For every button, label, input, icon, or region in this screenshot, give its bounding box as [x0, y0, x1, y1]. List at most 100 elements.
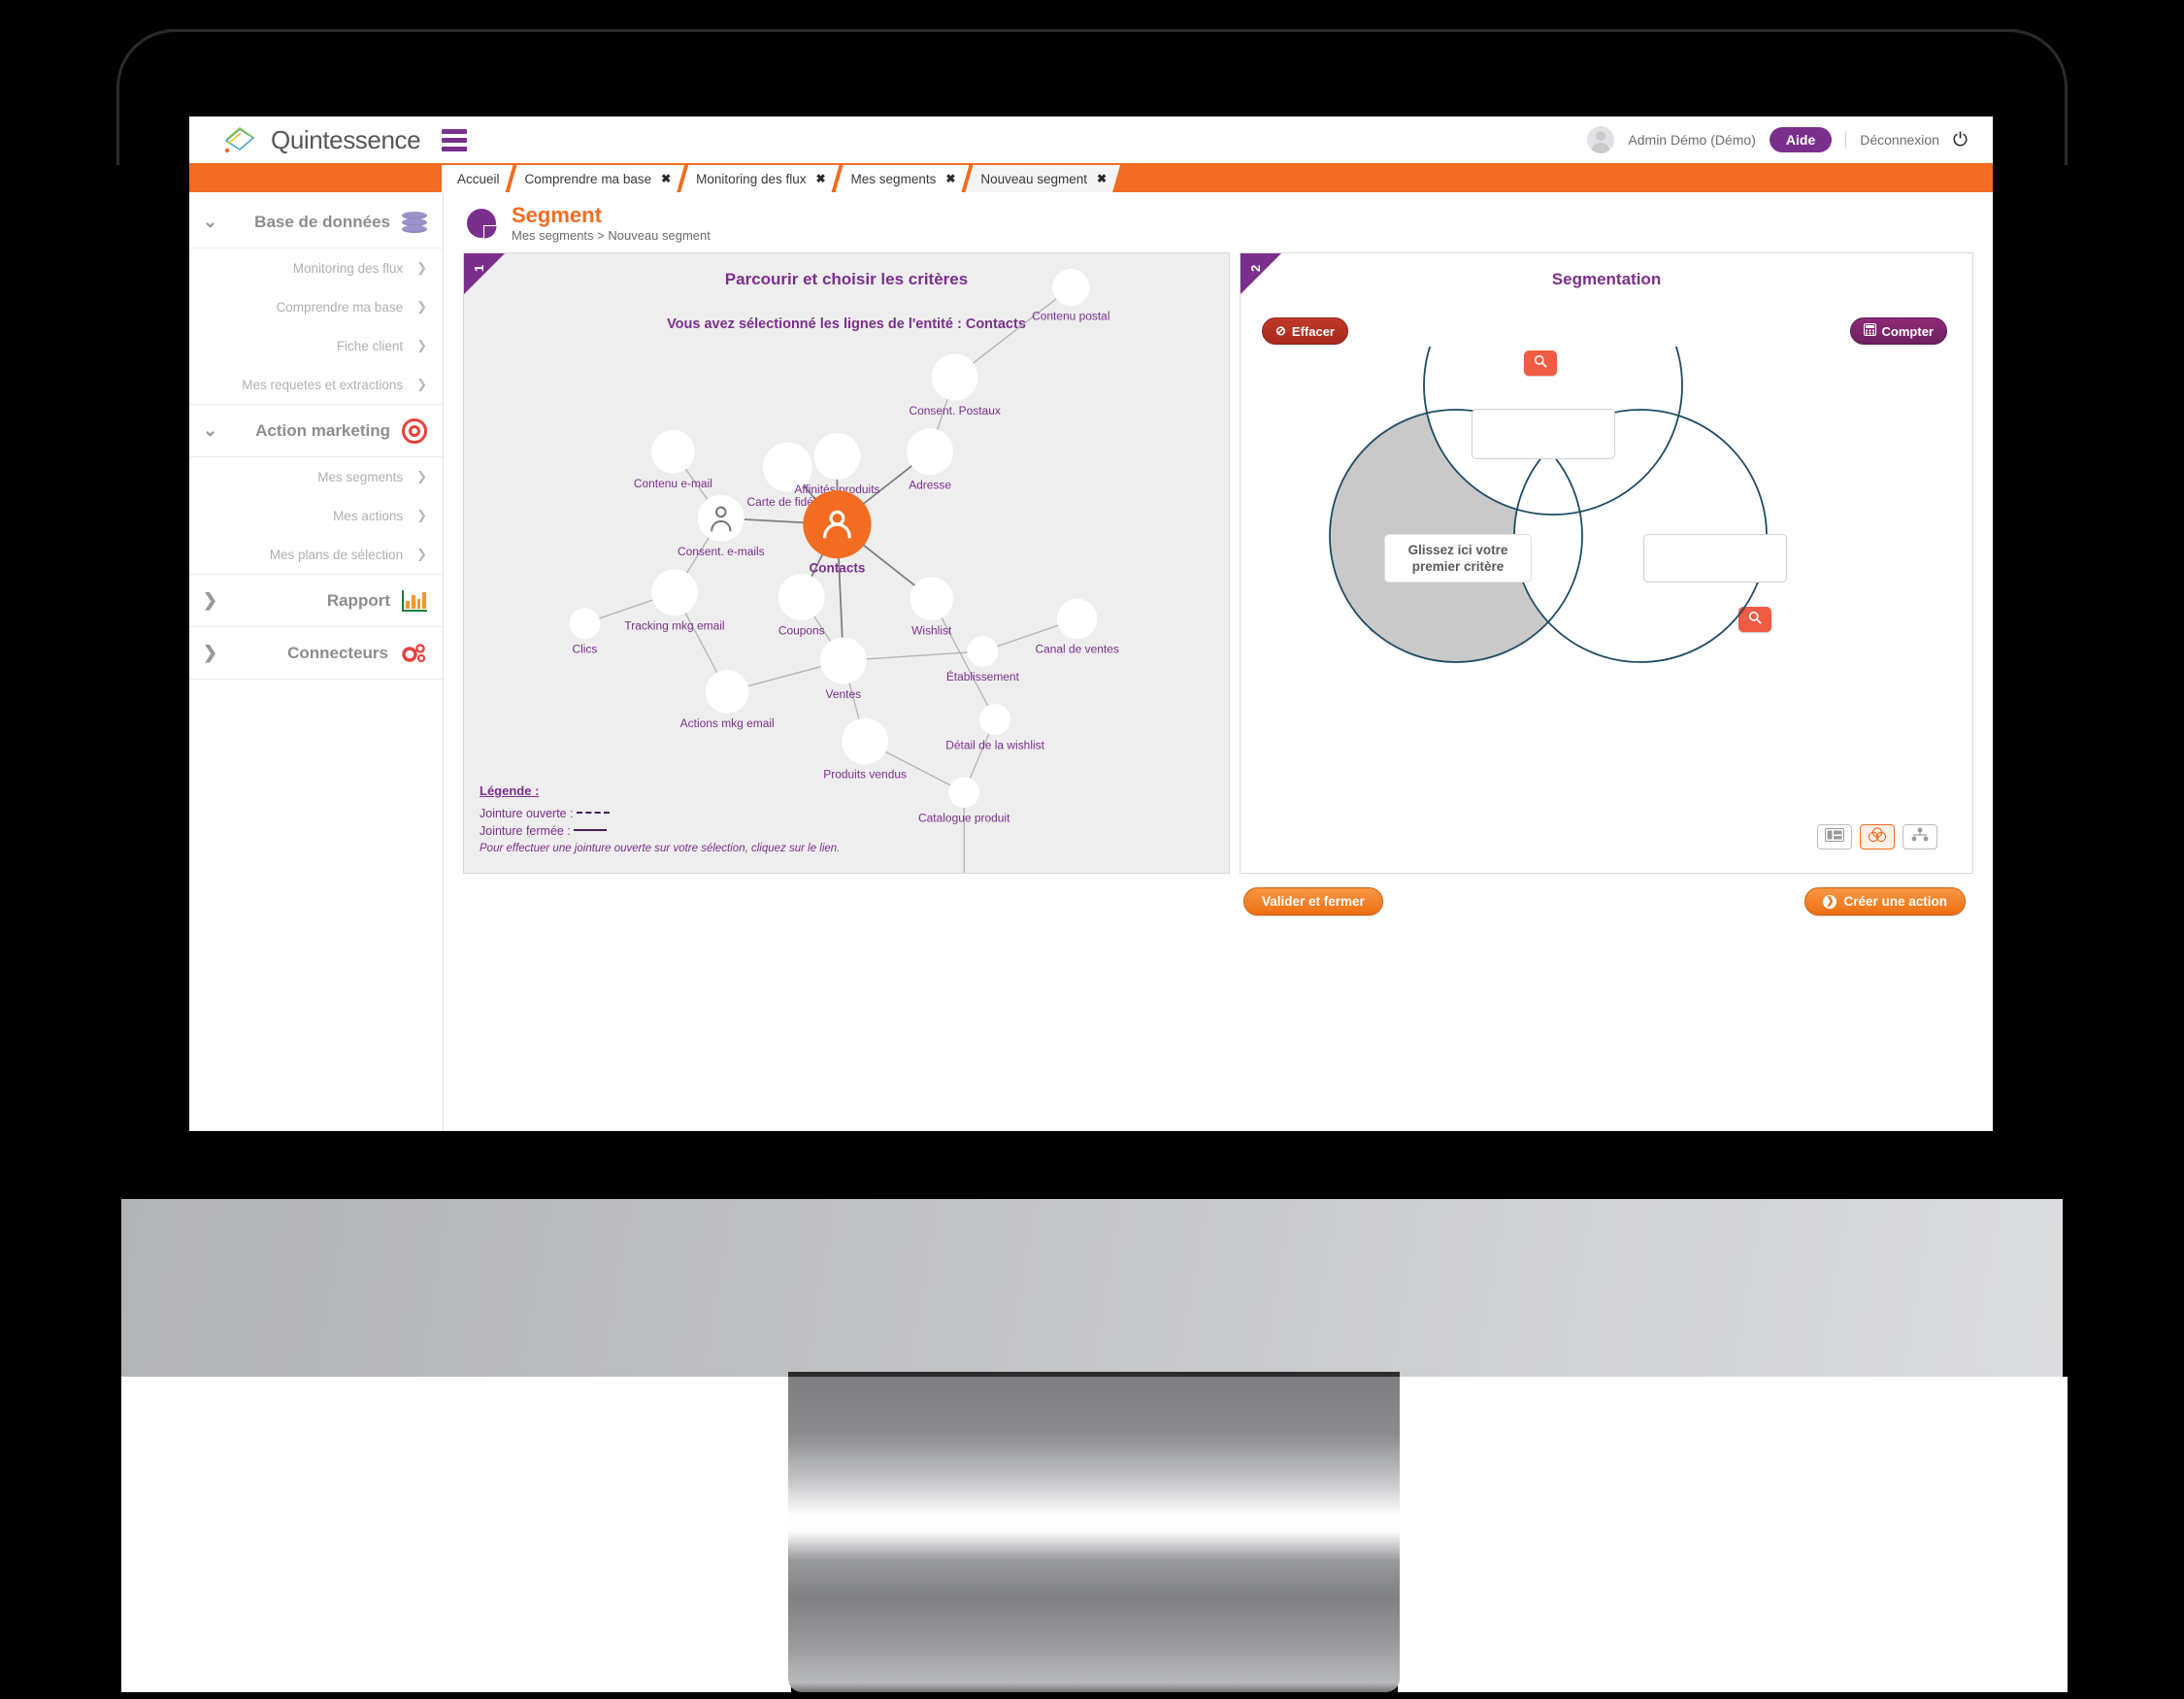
brand-name: Quintessence — [271, 124, 421, 154]
help-button[interactable]: Aide — [1769, 127, 1833, 152]
chevron-down-icon[interactable]: ⌄ — [203, 212, 217, 232]
graph-node-label: Produits vendus — [823, 768, 907, 782]
graph-node-label: Wishlist — [911, 623, 952, 637]
sidebar-group-label: Rapport — [326, 590, 390, 610]
graph-node-label: Détail de la wishlist — [945, 738, 1044, 751]
sidebar-item-comprendre-ma-base[interactable]: Comprendre ma base ❯ — [189, 287, 443, 326]
chevron-right-icon[interactable]: ❯ — [203, 590, 217, 611]
graph-node-detail-wishlist[interactable] — [979, 704, 1011, 736]
monitor-stand — [788, 1377, 1400, 1692]
sidebar-item-label: Monitoring des flux — [292, 260, 404, 276]
breadcrumb: Mes segments > Nouveau segment — [512, 228, 711, 244]
monitor-chin — [121, 1199, 2063, 1398]
graph-node-clics[interactable] — [569, 608, 601, 640]
sidebar-group-action-marketing[interactable]: ⌄ Action marketing — [189, 405, 443, 457]
close-icon[interactable]: ✖ — [815, 172, 825, 185]
venn-view-toggle[interactable] — [1860, 824, 1895, 850]
sidebar-item-label: Mes plans de sélection — [269, 547, 404, 562]
logout-link[interactable]: Déconnexion — [1860, 132, 1939, 148]
graph-node-catalogue[interactable] — [948, 777, 980, 809]
tab-label: Nouveau segment — [980, 171, 1087, 186]
graph-node-actions-mkg[interactable] — [705, 670, 749, 714]
sidebar-group-connecteurs[interactable]: ❯ Connecteurs — [189, 627, 443, 680]
sidebar-item-label: Mes requetes et extractions — [242, 377, 404, 392]
graph-node-etablissement[interactable] — [967, 636, 999, 667]
create-action-button[interactable]: ❯ Créer une action — [1804, 887, 1966, 916]
legend-closed-join-label: Jointure fermée : — [480, 824, 571, 839]
venn-diagram-icon — [1867, 826, 1888, 848]
hamburger-menu-icon[interactable] — [442, 128, 468, 151]
top-bar-right: Admin Démo (Démo) Aide Déconnexion ⏻ — [1587, 126, 1993, 153]
footer: Valider et fermer ❯ Créer une action — [444, 874, 1993, 932]
graph-node-tracking[interactable] — [651, 569, 698, 616]
graph-node-coupons[interactable] — [778, 574, 825, 621]
bar-chart-icon — [402, 589, 427, 612]
legend: Légende : Jointure ouverte : Jointure fe… — [480, 783, 840, 857]
avatar — [1587, 126, 1615, 153]
tab-comprendre-ma-base[interactable]: Comprendre ma base ✖ — [510, 165, 685, 192]
tab-monitoring-des-flux[interactable]: Monitoring des flux ✖ — [680, 165, 839, 192]
chevron-right-icon: ❯ — [416, 338, 427, 352]
close-icon[interactable]: ✖ — [661, 172, 671, 185]
entity-graph[interactable]: Contenu postal Consent. Postaux Adresse Con… — [464, 253, 1229, 874]
graph-node-consent-emails[interactable] — [697, 494, 745, 542]
count-button[interactable]: Compter — [1849, 317, 1947, 346]
legend-title: Légende : — [480, 783, 540, 799]
chevron-right-icon[interactable]: ❯ — [203, 643, 217, 663]
power-icon[interactable]: ⏻ — [1953, 131, 1968, 150]
tab-label: Accueil — [457, 171, 500, 186]
criteria-dropzone-right[interactable] — [1643, 534, 1787, 583]
graph-node-label: Contacts — [809, 561, 865, 576]
brand-logo[interactable]: Quintessence — [189, 124, 421, 155]
sidebar-item-mes-plans-de-s-lection[interactable]: Mes plans de sélection ❯ — [189, 535, 443, 574]
step-number-right: 2 — [1248, 264, 1263, 273]
validate-and-close-button[interactable]: Valider et fermer — [1243, 887, 1383, 916]
sidebar-item-fiche-client[interactable]: Fiche client ❯ — [189, 326, 443, 365]
graph-node-contenu-email[interactable] — [651, 429, 695, 474]
graph-node-contenu-postal[interactable] — [1052, 269, 1090, 307]
graph-node-wishlist[interactable] — [910, 577, 954, 621]
graph-node-consent-postaux[interactable] — [931, 353, 978, 401]
sidebar-item-mes-actions[interactable]: Mes actions ❯ — [189, 496, 443, 535]
close-icon[interactable]: ✖ — [1097, 172, 1107, 185]
criteria-dropzone-left[interactable]: Glissez ici votre premier critère — [1384, 534, 1532, 583]
count-button-label: Compter — [1881, 323, 1934, 339]
sidebar-group-base-de-donn-es[interactable]: ⌄ Base de données — [189, 196, 443, 249]
list-view-toggle[interactable] — [1817, 824, 1852, 850]
graph-node-label: Clics — [572, 643, 597, 656]
sidebar-item-monitoring-des-flux[interactable]: Monitoring des flux ❯ — [189, 249, 443, 287]
tab-accueil[interactable]: Accueil — [442, 165, 513, 192]
user-name: Admin Démo (Démo) — [1628, 132, 1756, 148]
graph-node-affinites[interactable] — [813, 433, 861, 480]
panel-browse-criteria: 1 Parcourir et choisir les critères Vous… — [463, 252, 1230, 875]
graph-node-produits-vendus[interactable] — [842, 717, 889, 765]
graph-node-adresse[interactable] — [907, 428, 954, 476]
app-body: ⌄ Base de données Monitoring des flux ❯ Comp… — [189, 192, 1993, 1131]
step-corner-right — [1241, 253, 1281, 295]
sidebar-group-rapport[interactable]: ❯ Rapport — [189, 575, 443, 627]
sidebar-group-label: Connecteurs — [287, 643, 388, 662]
floor-right — [1398, 1377, 2068, 1692]
tab-nouveau-segment[interactable]: Nouveau segment ✖ — [965, 165, 1120, 192]
sidebar-item-mes-requetes-et-extractions[interactable]: Mes requetes et extractions ❯ — [189, 365, 443, 404]
graph-node-canal-ventes[interactable] — [1056, 598, 1098, 640]
chevron-down-icon[interactable]: ⌄ — [203, 420, 217, 441]
tab-mes-segments[interactable]: Mes segments ✖ — [836, 165, 970, 192]
graph-node-label: Tracking mkg email — [624, 619, 724, 633]
ban-icon: ⊘ — [1275, 323, 1286, 339]
sidebar-item-label: Mes actions — [333, 508, 404, 523]
graph-node-label: Contenu postal — [1032, 310, 1109, 323]
top-bar: Quintessence Admin Démo (Démo) Aide Déco… — [189, 117, 1993, 163]
graph-node-label: Canal de ventes — [1035, 643, 1118, 656]
graph-node-ventes[interactable] — [819, 637, 867, 684]
legend-open-join-label: Jointure ouverte : — [480, 807, 574, 821]
chevron-right-icon: ❯ — [416, 469, 427, 483]
clear-button[interactable]: ⊘ Effacer — [1262, 317, 1348, 346]
panel-segmentation: 2 Segmentation ⊘ Effacer Compter Glissez… — [1240, 252, 1973, 875]
sidebar-item-mes-segments[interactable]: Mes segments ❯ — [189, 457, 443, 496]
create-action-label: Créer une action — [1843, 894, 1947, 910]
tree-view-toggle[interactable] — [1903, 824, 1937, 850]
right-panel-title: Segmentation — [1551, 270, 1662, 289]
close-icon[interactable]: ✖ — [945, 172, 955, 185]
criteria-dropzone-top[interactable] — [1472, 409, 1615, 460]
